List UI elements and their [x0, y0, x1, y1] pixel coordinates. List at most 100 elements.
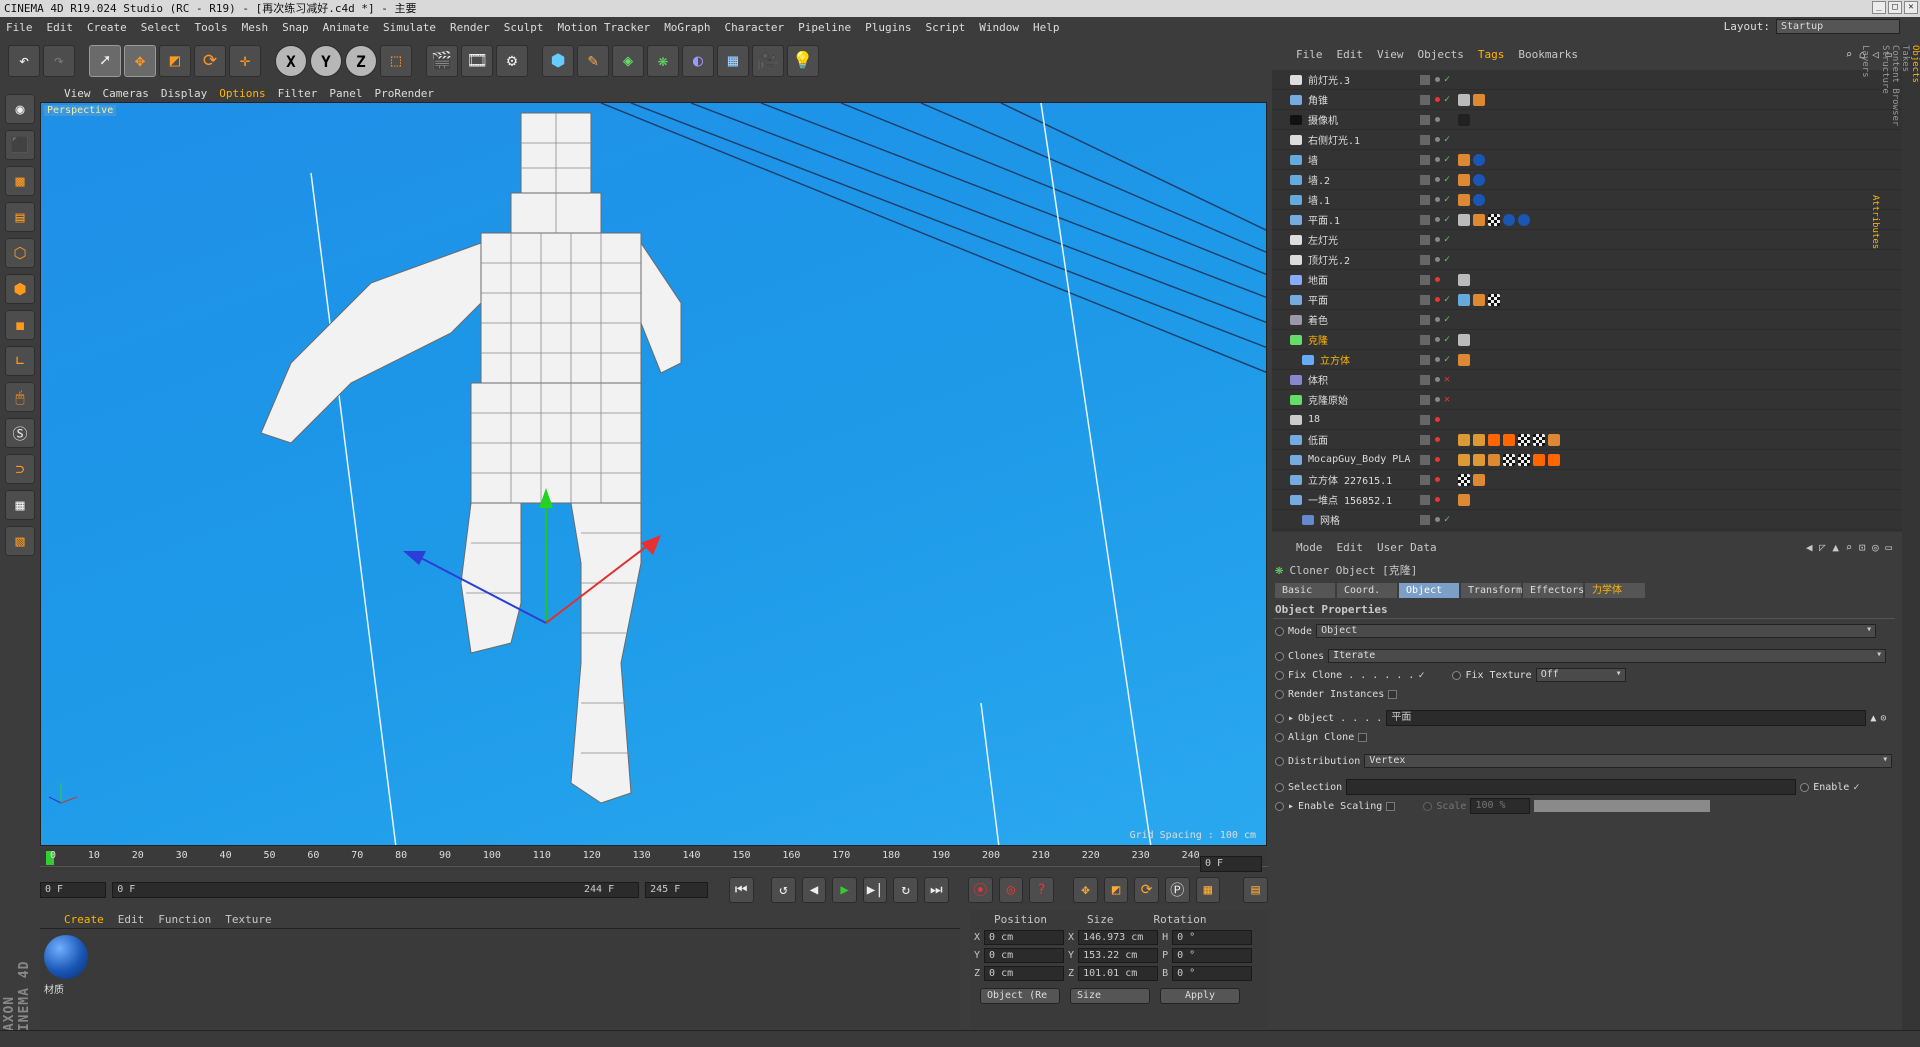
menu-character[interactable]: Character	[725, 21, 785, 34]
clones-dropdown[interactable]: Iterate	[1328, 649, 1887, 663]
coordinate-mode-select[interactable]: Object (Re	[980, 988, 1060, 1004]
go-to-start-icon[interactable]: ⏮	[728, 877, 754, 903]
subdivision-icon[interactable]: ◈	[612, 45, 644, 77]
apply-button[interactable]: Apply	[1160, 988, 1240, 1004]
layer-swatch[interactable]	[1420, 394, 1430, 405]
visibility-dot[interactable]	[1435, 417, 1440, 422]
object-row[interactable]: 体积 ✕	[1272, 370, 1902, 390]
edges-mode-icon[interactable]: ⬢	[5, 274, 35, 304]
pen-icon[interactable]: ✎	[577, 45, 609, 77]
menu-pipeline[interactable]: Pipeline	[798, 21, 851, 34]
next-frame-icon[interactable]: ▶|	[862, 877, 888, 903]
workplane-icon[interactable]: ▤	[5, 202, 35, 232]
enabled-check[interactable]: ✓	[1444, 334, 1450, 345]
previous-key-icon[interactable]: ↺	[771, 877, 796, 903]
scale-slider[interactable]	[1534, 800, 1711, 812]
render-settings-icon[interactable]: ⚙	[496, 45, 528, 77]
lock-workplane-icon[interactable]: ▦	[5, 490, 35, 520]
tab-dynamics-body[interactable]: 力学体	[1585, 583, 1645, 598]
tag-icon[interactable]	[1458, 353, 1470, 366]
visibility-dot[interactable]	[1435, 517, 1440, 522]
viewport-menu-panel[interactable]: Panel	[329, 87, 362, 100]
go-to-end-icon[interactable]: ⏭	[923, 877, 949, 903]
animate-radio[interactable]	[1423, 801, 1433, 811]
tag-icon[interactable]	[1458, 493, 1470, 506]
size-y-field[interactable]: 153.22 cm	[1078, 947, 1159, 963]
menu-create[interactable]: Create	[87, 21, 127, 34]
tag-icon[interactable]	[1458, 193, 1470, 206]
object-row-selected[interactable]: 克隆 ✓	[1272, 330, 1902, 350]
axis-x-button[interactable]: X	[275, 45, 307, 77]
side-tab-objects[interactable]: Objects	[1910, 45, 1920, 1031]
tag-icon[interactable]	[1458, 293, 1470, 306]
enabled-check[interactable]: ✓	[1444, 234, 1450, 245]
axis-z-button[interactable]: Z	[345, 45, 377, 77]
layer-swatch[interactable]	[1420, 494, 1430, 505]
tag-icon[interactable]	[1458, 173, 1470, 186]
object-row[interactable]: 着色 ✓	[1272, 310, 1902, 330]
menu-sculpt[interactable]: Sculpt	[504, 21, 544, 34]
tag-icon[interactable]	[1473, 473, 1485, 486]
animate-radio[interactable]	[1452, 670, 1462, 680]
tag-icon[interactable]	[1548, 453, 1560, 466]
object-row[interactable]: 立方体 227615.1	[1272, 470, 1902, 490]
animate-radio[interactable]	[1275, 651, 1284, 661]
polygons-mode-icon[interactable]: ◼	[5, 310, 35, 340]
layer-swatch[interactable]	[1420, 194, 1430, 205]
object-row[interactable]: 右侧灯光.1 ✓	[1272, 130, 1902, 150]
object-row[interactable]: 前灯光.3 ✓	[1272, 70, 1902, 90]
points-mode-icon[interactable]: ⬡	[5, 238, 35, 268]
enabled-check[interactable]: ✓	[1444, 254, 1450, 265]
render-instances-checkbox[interactable]	[1388, 689, 1398, 699]
rotate-icon[interactable]: ⟳	[194, 45, 226, 77]
axis-mode-icon[interactable]: ∟	[5, 346, 35, 376]
object-row-child[interactable]: 立方体 ✓	[1272, 350, 1902, 370]
layer-swatch[interactable]	[1420, 354, 1430, 365]
key-position-icon[interactable]: ✥	[1073, 877, 1098, 903]
texture-tag-icon[interactable]	[1488, 213, 1500, 226]
timeline-window-icon[interactable]: ▤	[1243, 877, 1268, 903]
object-row[interactable]: 墙.2 ✓	[1272, 170, 1902, 190]
cloned-cube-figure[interactable]	[260, 112, 682, 804]
viewport-menu-view[interactable]: View	[64, 87, 91, 100]
disabled-cross[interactable]: ✕	[1444, 374, 1450, 385]
viewport-menu-cameras[interactable]: Cameras	[103, 87, 149, 100]
viewport-menu-prorender[interactable]: ProRender	[374, 87, 434, 100]
tag-icon[interactable]	[1473, 93, 1485, 106]
floor-icon[interactable]: ▦	[717, 45, 749, 77]
mode-dropdown[interactable]: Object	[1316, 624, 1877, 638]
enabled-check[interactable]: ✓	[1444, 74, 1450, 85]
visibility-dot[interactable]	[1435, 237, 1440, 242]
tag-icon[interactable]	[1533, 453, 1545, 466]
object-row[interactable]: 平面 ✓	[1272, 290, 1902, 310]
expand-arrow-icon[interactable]: ▸	[1288, 713, 1294, 724]
material-tag-icon[interactable]	[1518, 213, 1530, 226]
previous-frame-icon[interactable]: ◀	[801, 877, 827, 903]
texture-tag-icon[interactable]	[1503, 453, 1515, 466]
tag-icon[interactable]	[1458, 433, 1470, 446]
object-row[interactable]: MocapGuy_Body PLA	[1272, 450, 1902, 470]
tag-icon[interactable]	[1458, 273, 1470, 286]
visibility-dot[interactable]	[1435, 317, 1440, 322]
material-menu-create[interactable]: Create	[64, 913, 104, 926]
enabled-check[interactable]: ✓	[1444, 174, 1450, 185]
planar-workplane-icon[interactable]: ▧	[5, 526, 35, 556]
deformer-icon[interactable]: ◐	[682, 45, 714, 77]
layout-select[interactable]: Startup	[1776, 19, 1900, 34]
object-row[interactable]: 左灯光 ✓	[1272, 230, 1902, 250]
texture-tag-icon[interactable]	[1518, 453, 1530, 466]
viewport-menu-display[interactable]: Display	[161, 87, 207, 100]
key-pla-icon[interactable]: ▦	[1195, 877, 1221, 903]
menu-mesh[interactable]: Mesh	[242, 21, 269, 34]
enabled-check[interactable]: ✓	[1444, 94, 1450, 105]
visibility-dot[interactable]	[1435, 277, 1440, 282]
align-clone-checkbox[interactable]	[1358, 732, 1368, 742]
object-row[interactable]: 墙 ✓	[1272, 150, 1902, 170]
enabled-check[interactable]: ✓	[1444, 354, 1450, 365]
object-row-child[interactable]: 网格 ✓	[1272, 510, 1902, 530]
visibility-dot[interactable]	[1435, 377, 1440, 382]
side-tab-layers[interactable]: Layers	[1860, 45, 1870, 1031]
layer-swatch[interactable]	[1420, 414, 1430, 425]
material-tag-icon[interactable]	[1473, 193, 1485, 206]
fix-clone-checkbox[interactable]: ✓	[1418, 670, 1424, 681]
